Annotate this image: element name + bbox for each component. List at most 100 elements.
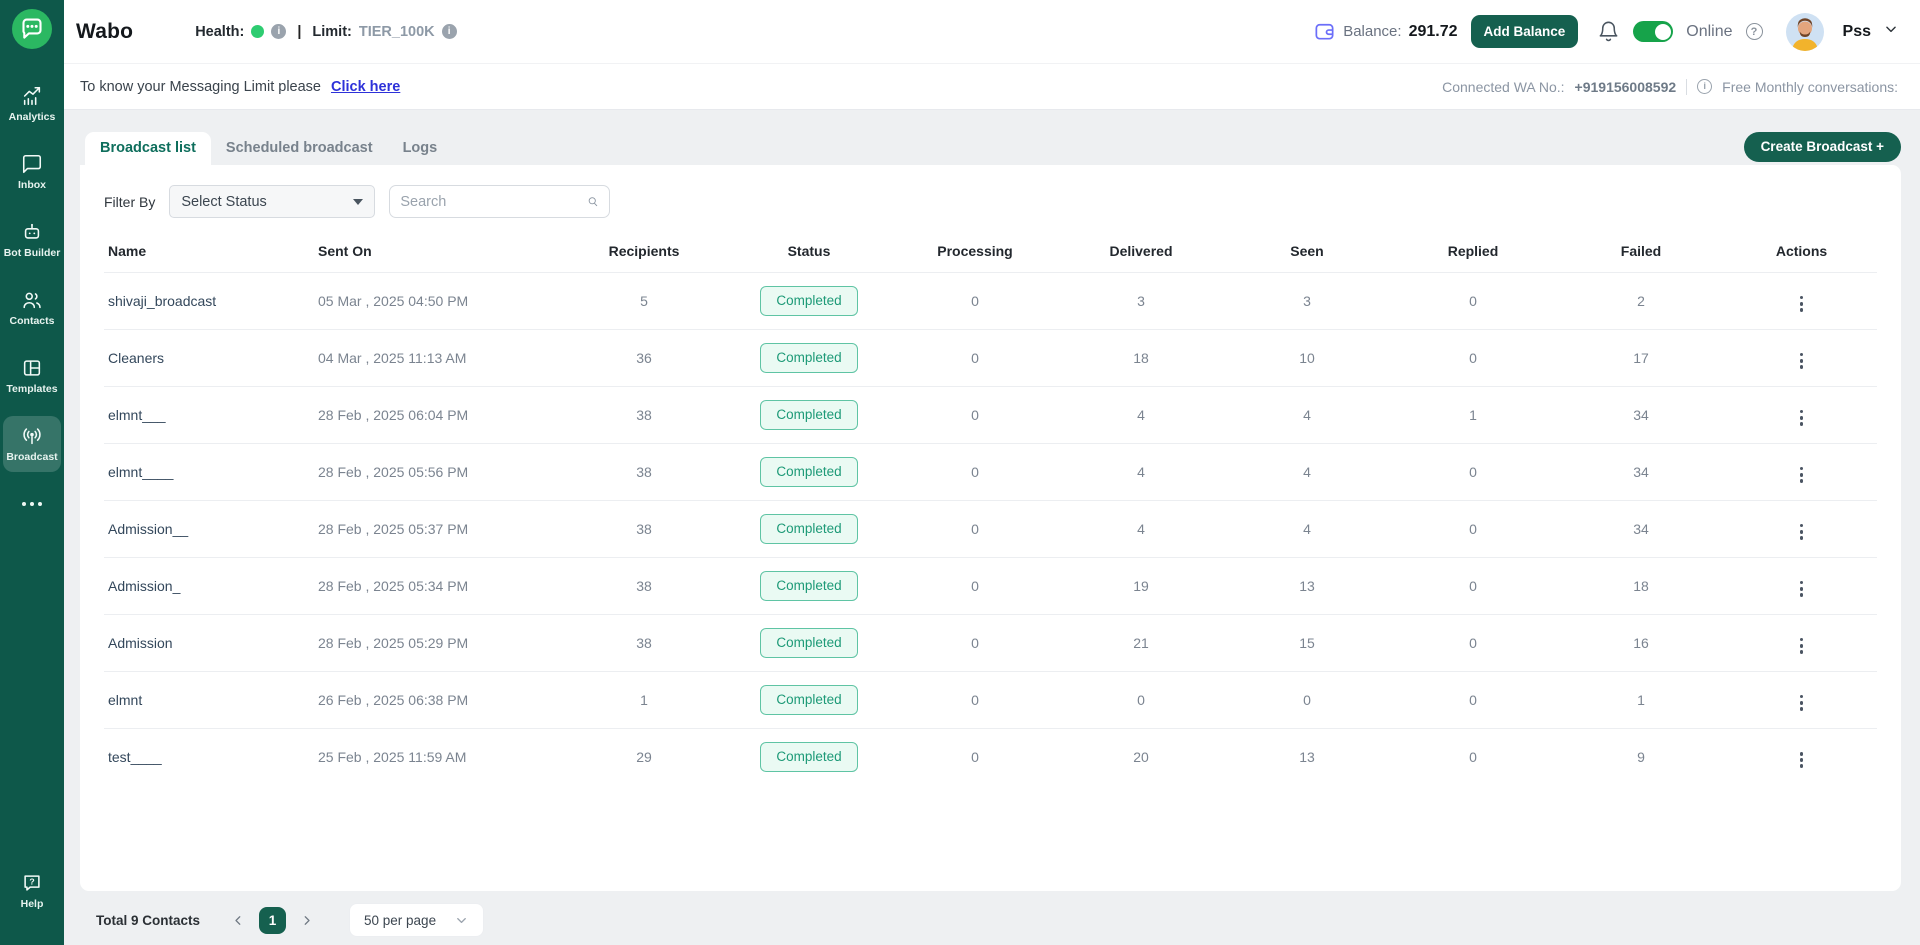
broadcast-name-link[interactable]: elmnt bbox=[108, 692, 142, 708]
next-page-chevron-icon[interactable] bbox=[295, 909, 318, 932]
filter-by-label: Filter By bbox=[104, 193, 156, 210]
column-header-delivered: Delivered bbox=[1058, 234, 1224, 273]
online-toggle[interactable] bbox=[1633, 21, 1674, 42]
replied-cell: 0 bbox=[1390, 500, 1556, 558]
sidebar-item-contacts[interactable]: Contacts bbox=[3, 280, 61, 336]
broadcast-name-link[interactable]: Cleaners bbox=[108, 350, 164, 366]
tab-scheduled-broadcast[interactable]: Scheduled broadcast bbox=[211, 132, 388, 165]
sent-on-cell: 25 Feb , 2025 11:59 AM bbox=[318, 749, 467, 766]
column-header-replied: Replied bbox=[1390, 234, 1556, 273]
row-actions-kebab-icon[interactable] bbox=[1792, 463, 1812, 487]
sidebar-item-bot-builder[interactable]: Bot Builder bbox=[3, 212, 61, 268]
recipients-cell: 38 bbox=[562, 443, 726, 501]
status-filter-select[interactable]: Select Status bbox=[169, 185, 376, 218]
inbox-icon bbox=[22, 155, 42, 174]
broadcast-icon bbox=[23, 428, 41, 445]
delivered-cell: 0 bbox=[1058, 671, 1224, 729]
search-input[interactable] bbox=[400, 193, 588, 210]
add-balance-button[interactable]: Add Balance bbox=[1470, 15, 1579, 48]
seen-cell: 10 bbox=[1224, 329, 1390, 387]
broadcast-table: Name Sent On Recipients Status Processin… bbox=[104, 234, 1877, 786]
sidebar-item-broadcast[interactable]: Broadcast bbox=[3, 416, 61, 473]
broadcast-name-link[interactable]: test____ bbox=[108, 749, 162, 765]
per-page-select[interactable]: 50 per page bbox=[349, 903, 485, 937]
status-badge: Completed bbox=[760, 571, 858, 601]
failed-cell: 34 bbox=[1556, 500, 1726, 558]
delivered-cell: 3 bbox=[1058, 272, 1224, 330]
sidebar-item-label: Analytics bbox=[8, 111, 56, 123]
health-limit-group: Health: i | Limit: TIER_100K i bbox=[195, 23, 457, 40]
broadcast-name-link[interactable]: elmnt____ bbox=[108, 464, 173, 480]
failed-cell: 17 bbox=[1556, 329, 1726, 387]
user-menu-chevron-down-icon[interactable] bbox=[1884, 22, 1898, 41]
processing-cell: 0 bbox=[892, 614, 1058, 672]
user-avatar[interactable] bbox=[1785, 12, 1824, 51]
create-broadcast-button[interactable]: Create Broadcast + bbox=[1743, 132, 1901, 162]
divider bbox=[1686, 78, 1688, 95]
status-badge: Completed bbox=[760, 742, 858, 773]
sidebar-item-label: Broadcast bbox=[6, 451, 58, 464]
connected-wa-number: +919156008592 bbox=[1574, 78, 1677, 95]
broadcast-name-link[interactable]: Admission__ bbox=[108, 521, 188, 537]
notifications-bell-icon[interactable] bbox=[1597, 20, 1620, 43]
status-badge: Completed bbox=[760, 400, 858, 430]
table-row: Admission 28 Feb , 2025 05:29 PM 38 Comp… bbox=[104, 614, 1877, 672]
seen-cell: 13 bbox=[1224, 557, 1390, 615]
health-info-icon[interactable]: i bbox=[271, 24, 287, 39]
online-help-icon[interactable]: ? bbox=[1745, 23, 1763, 40]
current-page-button[interactable]: 1 bbox=[259, 906, 287, 934]
row-actions-kebab-icon[interactable] bbox=[1792, 748, 1812, 772]
divider: | bbox=[297, 23, 302, 40]
tab-broadcast-list[interactable]: Broadcast list bbox=[85, 132, 211, 165]
sidebar-item-help[interactable]: ? Help bbox=[3, 863, 61, 919]
broadcast-name-link[interactable]: Admission bbox=[108, 635, 173, 651]
failed-cell: 34 bbox=[1556, 443, 1726, 501]
failed-cell: 1 bbox=[1556, 671, 1726, 729]
balance-label: Balance: bbox=[1343, 23, 1402, 40]
seen-cell: 0 bbox=[1224, 671, 1390, 729]
sidebar-item-analytics[interactable]: Analytics bbox=[3, 76, 61, 132]
failed-cell: 2 bbox=[1556, 272, 1726, 330]
row-actions-kebab-icon[interactable] bbox=[1792, 691, 1812, 715]
sidebar: Analytics Inbox Bot Builder Contacts Tem… bbox=[0, 0, 64, 945]
row-actions-kebab-icon[interactable] bbox=[1792, 634, 1812, 658]
status-badge: Completed bbox=[760, 628, 858, 658]
failed-cell: 9 bbox=[1637, 749, 1645, 766]
row-actions-kebab-icon[interactable] bbox=[1792, 406, 1812, 430]
processing-cell: 0 bbox=[892, 500, 1058, 558]
sidebar-more-icon[interactable] bbox=[22, 494, 42, 514]
prev-page-chevron-icon[interactable] bbox=[227, 909, 250, 932]
broadcast-name-link[interactable]: shivaji_broadcast bbox=[108, 293, 216, 309]
failed-cell: 18 bbox=[1556, 557, 1726, 615]
row-actions-kebab-icon[interactable] bbox=[1792, 349, 1812, 373]
row-actions-kebab-icon[interactable] bbox=[1792, 577, 1812, 601]
replied-cell: 1 bbox=[1390, 386, 1556, 444]
sent-on-cell: 28 Feb , 2025 05:34 PM bbox=[314, 557, 562, 615]
failed-cell: 16 bbox=[1556, 614, 1726, 672]
broadcast-name-link[interactable]: elmnt___ bbox=[108, 407, 166, 423]
broadcast-table-body: shivaji_broadcast 05 Mar , 2025 04:50 PM… bbox=[104, 272, 1877, 786]
row-actions-kebab-icon[interactable] bbox=[1792, 520, 1812, 544]
table-row: test____ 25 Feb , 2025 11:59 AM 29 Compl… bbox=[104, 729, 1877, 786]
broadcast-name-link[interactable]: Admission_ bbox=[108, 578, 180, 594]
recipients-cell: 38 bbox=[562, 386, 726, 444]
status-badge: Completed bbox=[760, 514, 858, 544]
table-row: shivaji_broadcast 05 Mar , 2025 04:50 PM… bbox=[104, 272, 1877, 330]
column-header-recipients: Recipients bbox=[562, 234, 726, 273]
processing-cell: 0 bbox=[892, 386, 1058, 444]
row-actions-kebab-icon[interactable] bbox=[1792, 292, 1812, 316]
replied-cell: 0 bbox=[1469, 749, 1477, 766]
seen-cell: 15 bbox=[1224, 614, 1390, 672]
limit-info-icon[interactable]: i bbox=[441, 24, 457, 39]
sent-on-cell: 28 Feb , 2025 05:29 PM bbox=[314, 614, 562, 672]
sidebar-item-templates[interactable]: Templates bbox=[3, 348, 61, 404]
column-header-status: Status bbox=[726, 234, 892, 273]
replied-cell: 0 bbox=[1390, 272, 1556, 330]
column-header-failed: Failed bbox=[1556, 234, 1726, 273]
tab-logs[interactable]: Logs bbox=[388, 132, 453, 165]
recipients-cell: 38 bbox=[562, 614, 726, 672]
replied-cell: 0 bbox=[1390, 671, 1556, 729]
sidebar-item-inbox[interactable]: Inbox bbox=[3, 144, 61, 200]
click-here-link[interactable]: Click here bbox=[331, 79, 400, 95]
app-logo[interactable] bbox=[11, 8, 53, 50]
